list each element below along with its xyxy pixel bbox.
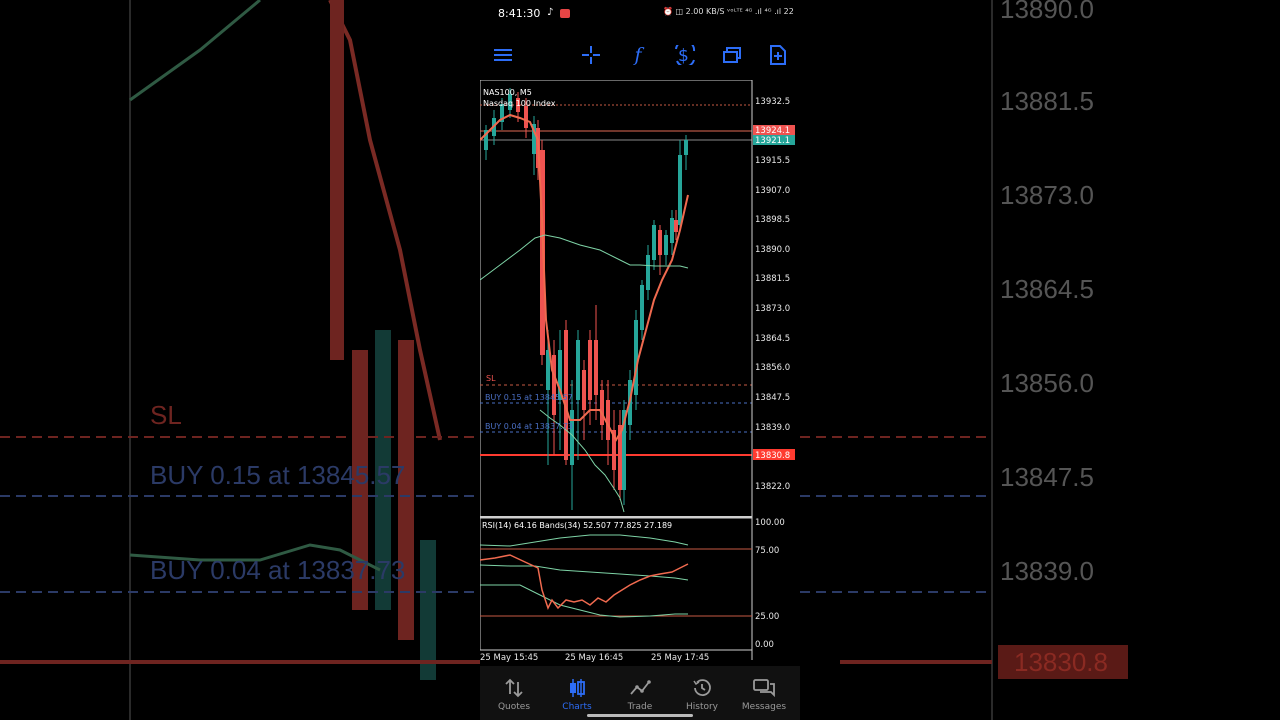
background-sl-price: 13830.8	[1014, 647, 1108, 677]
status-indicators: ⏰ ◫ 2.00 KB/S ᵛᵒᴸᵀᴱ ⁴ᴳ .ıl ⁴ᴳ .ıl 22	[663, 7, 794, 16]
status-time: 8:41:30	[498, 7, 541, 20]
nav-quotes-label: Quotes	[497, 702, 531, 712]
background-price-label: 13873.0	[1000, 180, 1094, 210]
chart-toolbar: f $	[480, 40, 800, 68]
background-price-label: 13864.5	[1000, 274, 1094, 304]
phone-screen: 8:41:30 ♪ ⏰ ◫ 2.00 KB/S ᵛᵒᴸᵀᴱ ⁴ᴳ .ıl ⁴ᴳ …	[480, 0, 800, 720]
x-tick: 25 May 15:45	[480, 653, 538, 663]
y-tick: 13881.5	[755, 274, 790, 284]
rsi-band-middle	[480, 564, 689, 581]
nav-charts[interactable]: Charts	[546, 666, 608, 720]
background-price-label: 13890.0	[1000, 0, 1094, 24]
sl-marker-label: SL	[486, 374, 496, 383]
background-order1-label: BUY 0.15 at 13845.57	[150, 460, 406, 490]
chart-area[interactable]: 13932.5 13915.5 13907.0 13898.5 13890.0 …	[480, 79, 800, 666]
history-icon	[693, 679, 711, 696]
y-tick: 13822.0	[755, 482, 790, 492]
notification-icon	[560, 9, 570, 18]
rsi-label: RSI(14) 64.16 Bands(34) 52.507 77.825 27…	[482, 521, 672, 530]
windows-icon[interactable]	[719, 42, 745, 68]
bollinger-upper-line	[480, 234, 689, 281]
bottom-navigation: Quotes Charts Trade History Messages	[480, 666, 800, 720]
bid-price-label: 13921.1	[755, 136, 790, 146]
rsi-frame	[480, 517, 753, 651]
candles	[484, 88, 688, 510]
nav-charts-label: Charts	[562, 702, 592, 712]
status-bar: 8:41:30 ♪ ⏰ ◫ 2.00 KB/S ᵛᵒᴸᵀᴱ ⁴ᴳ .ıl ⁴ᴳ …	[480, 6, 800, 22]
y-tick: 13890.0	[755, 245, 790, 255]
y-axis-ticks: 13932.5 13915.5 13907.0 13898.5 13890.0 …	[755, 97, 790, 492]
rsi-tick: 75.00	[755, 546, 779, 556]
rsi-tick: 100.00	[755, 518, 785, 528]
order2-label[interactable]: BUY 0.04 at 13837.73	[485, 422, 573, 431]
order1-label[interactable]: BUY 0.15 at 13845.57	[485, 393, 573, 402]
x-axis-ticks: 25 May 15:45 25 May 16:45 25 May 17:45	[480, 653, 709, 663]
background-right-zoom: 13890.0 13881.5 13873.0 13864.5 13856.0 …	[800, 0, 1280, 720]
nav-messages-label: Messages	[741, 702, 787, 712]
new-order-icon[interactable]	[765, 42, 791, 68]
messages-icon	[753, 679, 775, 698]
nav-messages[interactable]: Messages	[733, 666, 795, 720]
nav-trade[interactable]: Trade	[609, 666, 671, 720]
rsi-tick: 25.00	[755, 612, 779, 622]
symbols-icon[interactable]: $	[672, 42, 698, 68]
nav-trade-label: Trade	[627, 702, 653, 712]
trade-icon	[630, 680, 651, 695]
rsi-band-upper	[480, 534, 689, 547]
symbol-description: Nasdaq 100 Index	[483, 99, 556, 108]
nav-quotes[interactable]: Quotes	[483, 666, 545, 720]
price-chart[interactable]: 13932.5 13915.5 13907.0 13898.5 13890.0 …	[480, 79, 800, 666]
menu-icon[interactable]	[490, 42, 516, 68]
nav-history[interactable]: History	[671, 666, 733, 720]
quotes-icon	[505, 678, 523, 698]
y-tick: 13898.5	[755, 215, 790, 225]
y-tick: 13907.0	[755, 186, 790, 196]
background-price-label: 13839.0	[1000, 556, 1094, 586]
home-indicator[interactable]	[587, 714, 693, 717]
y-tick: 13839.0	[755, 423, 790, 433]
x-tick: 25 May 16:45	[565, 653, 623, 663]
music-note-icon: ♪	[547, 7, 554, 18]
charts-icon	[570, 679, 585, 697]
background-price-label: 13856.0	[1000, 368, 1094, 398]
indicators-icon[interactable]: f	[625, 42, 651, 68]
x-tick: 25 May 17:45	[651, 653, 709, 663]
y-tick: 13873.0	[755, 304, 790, 314]
background-left-chart	[0, 0, 480, 720]
background-price-label: 13847.5	[1000, 462, 1094, 492]
symbol-label: NAS100, M5	[483, 88, 532, 97]
svg-text:$: $	[678, 46, 689, 65]
rsi-line	[480, 554, 689, 610]
background-left-zoom: SL BUY 0.15 at 13845.57 BUY 0.04 at 1383…	[0, 0, 480, 720]
background-order2-label: BUY 0.04 at 13837.73	[150, 555, 406, 585]
rsi-tick: 0.00	[755, 640, 774, 650]
y-tick: 13847.5	[755, 393, 790, 403]
y-tick: 13864.5	[755, 334, 790, 344]
background-sl-label: SL	[150, 400, 182, 430]
y-tick: 13915.5	[755, 156, 790, 166]
nav-history-label: History	[685, 702, 719, 712]
sl-price-label: 13830.8	[755, 451, 790, 461]
y-tick: 13856.0	[755, 363, 790, 373]
ask-price-label: 13924.1	[755, 126, 790, 136]
crosshair-icon[interactable]	[578, 42, 604, 68]
background-price-label: 13881.5	[1000, 86, 1094, 116]
y-tick: 13932.5	[755, 97, 790, 107]
rsi-axis-ticks: 100.00 75.00 25.00 0.00	[755, 518, 785, 650]
